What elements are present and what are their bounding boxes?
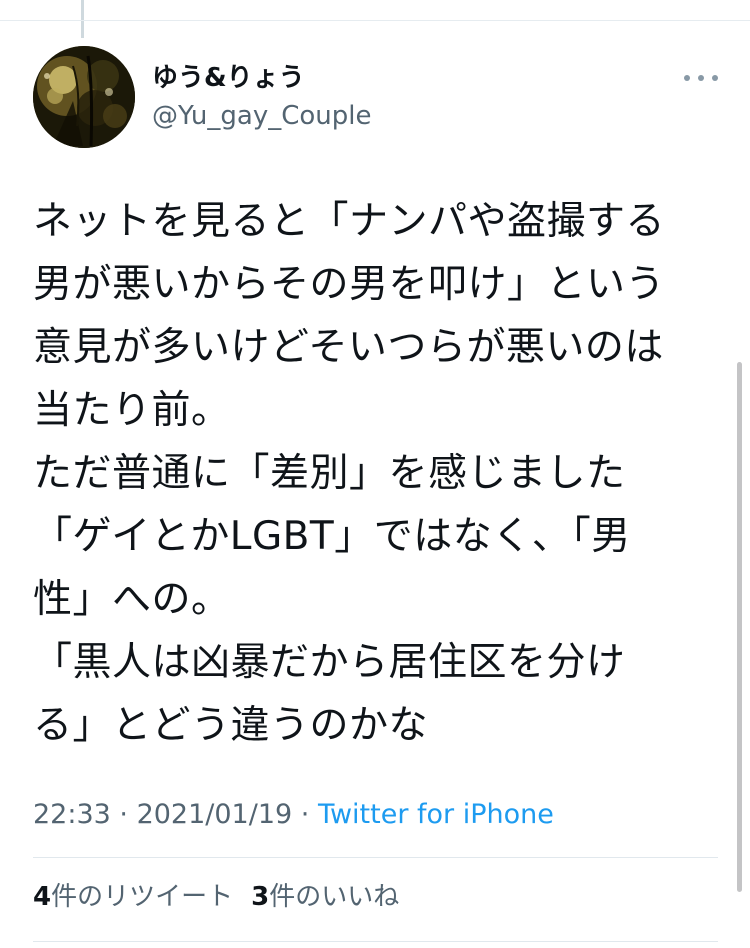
retweets-count: 4 [33,882,52,912]
likes-label: 件のいいね [269,882,400,912]
tweet-meta: 22:33 · 2021/01/19 · Twitter for iPhone [33,798,554,832]
tweet-text-line: 「黒人は凶暴だから居住区を分け [33,640,626,685]
tweet-text-line: 意見が多いけどそいつらが悪いのは [33,325,664,370]
tweet-text-line: ネットを見ると「ナンパや盗撮する [33,199,666,244]
thread-connector-line [81,0,84,38]
top-divider [0,20,750,21]
tweet-text-line: 性」への。 [33,577,231,622]
tweet-time[interactable]: 22:33 [33,799,111,830]
tweet-text: ネットを見ると「ナンパや盗撮する 男が悪いからその男を叩け」という 意見が多いけ… [33,190,713,757]
tweet-text-line: ただ普通に「差別」を感じました [33,451,626,496]
tweet-text-line: 当たり前。 [33,388,231,433]
more-dot [684,75,690,81]
stats-divider-top [33,857,718,858]
more-dot [712,75,718,81]
tweet-text-line: る」とどう違うのかな [33,703,429,748]
retweets-stat[interactable]: 4件のリツイート [33,882,233,912]
avatar-photo [33,46,135,148]
more-horizontal-icon[interactable] [684,68,718,88]
tweet-source-link[interactable]: Twitter for iPhone [318,799,554,830]
scrollbar[interactable] [737,362,742,892]
avatar[interactable] [33,46,135,148]
tweet-detail-view: ゆう&りょう @Yu_gay_Couple ネットを見ると「ナンパや盗撮する 男… [0,0,750,948]
author-handle[interactable]: @Yu_gay_Couple [152,100,371,132]
author-display-name[interactable]: ゆう&りょう [152,62,305,94]
stats-divider-bottom [33,941,718,942]
likes-stat[interactable]: 3件のいいね [251,882,399,912]
tweet-text-line: 「ゲイとかLGBT」ではなく、「男 [33,514,631,559]
meta-separator: · [110,799,137,830]
meta-separator: · [292,799,318,830]
tweet-text-line: 男が悪いからその男を叩け」という [33,262,666,307]
tweet-date[interactable]: 2021/01/19 [137,799,293,830]
likes-count: 3 [251,882,270,912]
more-dot [698,75,704,81]
tweet-stats: 4件のリツイート 3件のいいね [33,880,399,914]
retweets-label: 件のリツイート [51,882,234,912]
